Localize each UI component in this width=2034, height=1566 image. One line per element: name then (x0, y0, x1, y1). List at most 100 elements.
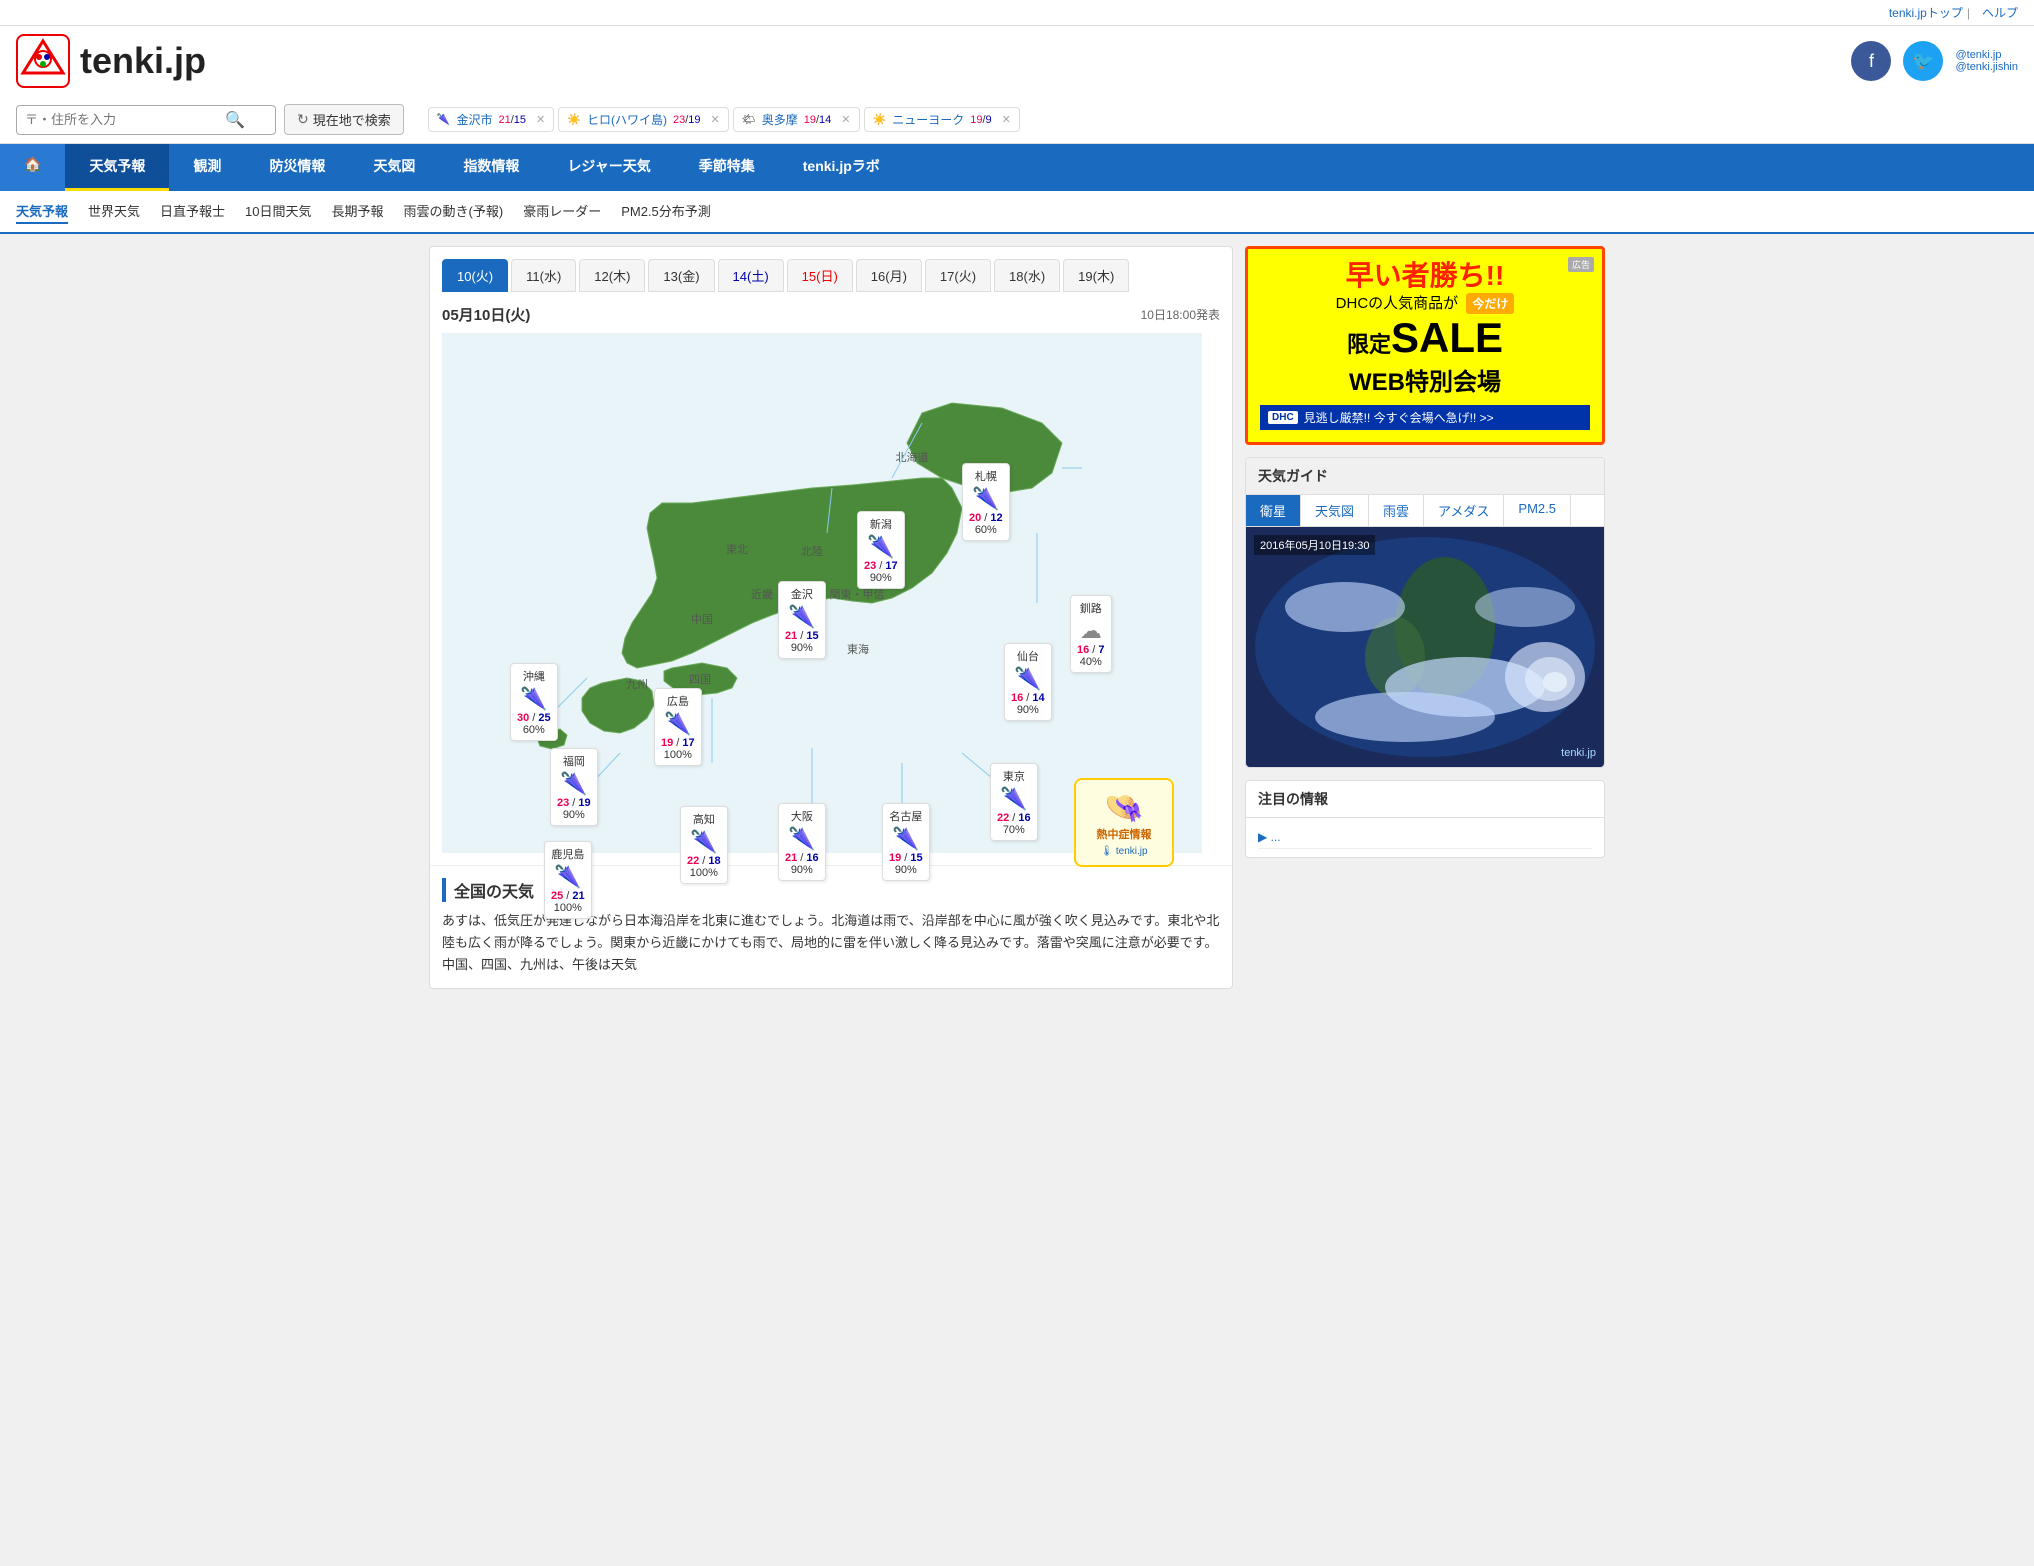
date-tab-16[interactable]: 16(月) (856, 259, 922, 292)
nav-home-icon[interactable]: 🏠 (0, 144, 65, 191)
umbrella-icon: 🌂 (892, 826, 919, 852)
tenki-logo-small: 🌡 tenki.jp (1084, 846, 1164, 857)
date-tab-17[interactable]: 17(火) (925, 259, 991, 292)
chip-close-icon[interactable]: ✕ (1002, 113, 1011, 126)
weather-osaka[interactable]: 大阪 🌂 21 / 16 90% (778, 803, 826, 881)
heatstroke-box[interactable]: 👒 熱中症情報 🌡 tenki.jp (1074, 778, 1174, 867)
search-button[interactable]: 🔍 (225, 110, 245, 130)
top-bar: tenki.jpトップ | ヘルプ (0, 0, 2034, 26)
svg-text:東北: 東北 (726, 543, 748, 556)
info-item[interactable]: ▶ ... (1258, 826, 1592, 849)
weather-kochi[interactable]: 高知 🌂 22 / 18 100% (680, 806, 728, 884)
twitter-handle1: @tenki.jp (1955, 49, 2018, 61)
weather-kanazawa[interactable]: 金沢 🌂 21 / 15 90% (778, 581, 826, 659)
weather-okinawa[interactable]: 沖縄 🌂 30 / 25 60% (510, 663, 558, 741)
nav-shisu[interactable]: 指数情報 (439, 144, 543, 191)
facebook-button[interactable]: f (1851, 41, 1891, 81)
date-tabs: 10(火) 11(水) 12(木) 13(金) 14(土) 15(日) 16(月… (430, 247, 1232, 292)
heatstroke-label: 熱中症情報 (1084, 826, 1164, 842)
satellite-image[interactable]: 2016年05月10日19:30 (1246, 527, 1604, 767)
nav-kansoku[interactable]: 観測 (169, 144, 245, 191)
twitter-button[interactable]: 🐦 (1903, 41, 1943, 81)
umbrella-icon: 🌂 (664, 711, 691, 737)
nav-lab[interactable]: tenki.jpラボ (779, 144, 904, 191)
weather-sendai[interactable]: 仙台 🌂 16 / 14 90% (1004, 643, 1052, 721)
subnav-rain[interactable]: 雨雲の動き(予報) (404, 199, 504, 224)
guide-tabs: 衛星 天気図 雨雲 アメダス PM2.5 (1246, 495, 1604, 527)
chip-kanazawa[interactable]: 🌂 金沢市 21/15 ✕ (428, 107, 555, 132)
subnav-nicchoku[interactable]: 日直予報士 (160, 199, 225, 224)
chip-close-icon[interactable]: ✕ (711, 113, 720, 126)
date-tab-18[interactable]: 18(水) (994, 259, 1060, 292)
heatstroke-person-icon: 👒 (1084, 788, 1164, 826)
nav-leisure[interactable]: レジャー天気 (543, 144, 674, 191)
chip-city: ニューヨーク (892, 111, 964, 128)
chip-okutama[interactable]: 🌤 奥多摩 19/14 ✕ (733, 107, 860, 132)
guide-tab-amedas[interactable]: アメダス (1424, 495, 1504, 526)
refresh-icon: ↻ (297, 111, 309, 128)
chip-hiro[interactable]: ☀️ ヒロ(ハワイ島) 23/19 ✕ (558, 107, 728, 132)
chip-city: ヒロ(ハワイ島) (587, 111, 667, 128)
ad-banner[interactable]: 広告 早い者勝ち!! DHCの人気商品が 今だけ 限定SALE WEB特別会場 … (1245, 246, 1605, 445)
subnav-tenki[interactable]: 天気予報 (16, 199, 68, 224)
weather-kagoshima[interactable]: 鹿児島 🌂 25 / 21 100% (544, 841, 592, 919)
date-tab-13[interactable]: 13(金) (648, 259, 714, 292)
info-title: 注目の情報 (1246, 781, 1604, 818)
guide-tab-amagumo[interactable]: 雨雲 (1369, 495, 1424, 526)
umbrella-icon: 🌂 (1000, 786, 1027, 812)
nav-season[interactable]: 季節特集 (675, 144, 779, 191)
twitter-handle2: @tenki.jishin (1955, 61, 2018, 73)
guide-tab-tenkizu[interactable]: 天気図 (1301, 495, 1369, 526)
subnav-world[interactable]: 世界天気 (88, 199, 140, 224)
cloud-icon: ☁ (1080, 618, 1102, 644)
chip-close-icon[interactable]: ✕ (841, 113, 850, 126)
svg-text:東海: 東海 (847, 642, 869, 656)
chip-newyork[interactable]: ☀️ ニューヨーク 19/9 ✕ (864, 107, 1020, 132)
subnav-pm25[interactable]: PM2.5分布予測 (621, 199, 711, 224)
weather-kushiro[interactable]: 釧路 ☁ 16 / 7 40% (1070, 595, 1112, 673)
umbrella-icon: 🌂 (867, 534, 894, 560)
ad-web: WEB特別会場 (1260, 362, 1590, 397)
date-tab-11[interactable]: 11(水) (511, 259, 576, 292)
nav-tenkizu[interactable]: 天気図 (349, 144, 439, 191)
subnav-long[interactable]: 長期予報 (332, 199, 384, 224)
guide-tab-pm25[interactable]: PM2.5 (1504, 495, 1571, 526)
help-link[interactable]: ヘルプ (1982, 4, 2018, 21)
satellite-timestamp: 2016年05月10日19:30 (1254, 535, 1375, 555)
satellite-logo: tenki.jp (1561, 747, 1596, 759)
japan-map[interactable]: 北海道 東北 北陸 近畿 中国 関東・甲信 東海 九州 四国 (442, 333, 1202, 853)
dhc-bar: DHC 見逃し厳禁!! 今すぐ会場へ急げ!! >> (1260, 405, 1590, 430)
subnav-heavy[interactable]: 豪雨レーダー (523, 199, 601, 224)
date-tab-15[interactable]: 15(日) (787, 259, 853, 292)
weather-nagoya[interactable]: 名古屋 🌂 19 / 15 90% (882, 803, 930, 881)
chip-icon: ☀️ (873, 113, 887, 126)
svg-text:北陸: 北陸 (801, 545, 823, 558)
nav-tenki-yoho[interactable]: 天気予報 (65, 144, 169, 191)
weather-sapporo[interactable]: 札幌 🌂 20 / 12 60% (962, 463, 1010, 541)
umbrella-icon: 🌂 (554, 864, 581, 890)
umbrella-icon: 🌂 (1014, 666, 1041, 692)
top-link[interactable]: tenki.jpトップ (1889, 4, 1963, 21)
weather-hiroshima[interactable]: 広島 🌂 19 / 17 100% (654, 688, 702, 766)
subnav-10day[interactable]: 10日間天気 (245, 199, 311, 224)
weather-fukuoka[interactable]: 福岡 🌂 23 / 19 90% (550, 748, 598, 826)
chip-city: 奥多摩 (762, 111, 798, 128)
search-bar: 🔍 ↻ 現在地で検索 🌂 金沢市 21/15 ✕ ☀️ ヒロ(ハワイ島) 23/… (0, 96, 2034, 144)
guide-tab-satellite[interactable]: 衛星 (1246, 495, 1301, 526)
info-content: ▶ ... (1246, 818, 1604, 857)
search-input[interactable] (25, 112, 225, 127)
weather-tokyo[interactable]: 東京 🌂 22 / 16 70% (990, 763, 1038, 841)
chip-close-icon[interactable]: ✕ (536, 113, 545, 126)
guide-title: 天気ガイド (1246, 458, 1604, 495)
date-tab-19[interactable]: 19(木) (1063, 259, 1129, 292)
nav-bousai[interactable]: 防災情報 (245, 144, 349, 191)
umbrella-icon: 🌂 (972, 486, 999, 512)
header-social: f 🐦 @tenki.jp @tenki.jishin (1851, 41, 2018, 81)
logo: tenki.jp (16, 34, 206, 88)
date-tab-10[interactable]: 10(火) (442, 259, 508, 292)
chip-icon: 🌂 (437, 113, 451, 126)
location-search-button[interactable]: ↻ 現在地で検索 (284, 104, 404, 135)
date-tab-14[interactable]: 14(土) (718, 259, 784, 292)
date-tab-12[interactable]: 12(木) (579, 259, 645, 292)
weather-niigata[interactable]: 新潟 🌂 23 / 17 90% (857, 511, 905, 589)
